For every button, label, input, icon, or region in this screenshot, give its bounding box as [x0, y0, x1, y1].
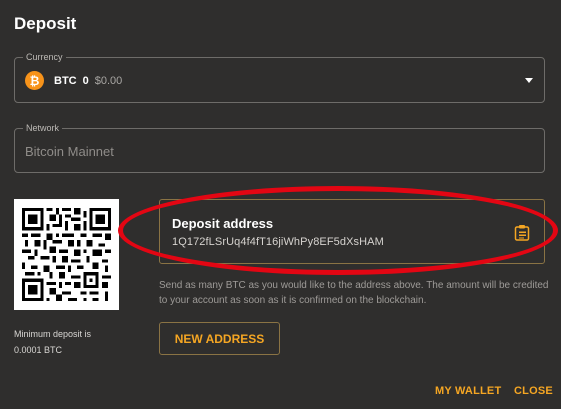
- deposit-qr-code: [14, 199, 119, 310]
- qr-code-graphic: [22, 208, 111, 301]
- close-button[interactable]: CLOSE: [514, 385, 553, 397]
- currency-fiat-value: $0.00: [94, 74, 123, 87]
- my-wallet-button[interactable]: MY WALLET: [435, 385, 501, 397]
- currency-selected-value: ₿ BTC 0 $0.00: [25, 71, 122, 90]
- network-field: Network Bitcoin Mainnet: [14, 122, 545, 173]
- deposit-dialog: Deposit Currency ₿ BTC 0 $0.00 Network B…: [0, 0, 561, 409]
- chevron-down-icon[interactable]: [525, 78, 533, 83]
- currency-balance: 0: [82, 74, 89, 87]
- deposit-address-title: Deposit address: [172, 216, 274, 231]
- deposit-help-text: Send as many BTC as you would like to th…: [159, 280, 549, 306]
- clipboard-copy-icon[interactable]: [514, 224, 530, 241]
- network-label: Network: [23, 122, 63, 134]
- currency-code: BTC: [54, 74, 77, 87]
- deposit-address-value[interactable]: 1Q172fLSrUq4f4fT16jiWhPy8EF5dXsHAM: [172, 236, 384, 248]
- new-address-button[interactable]: NEW ADDRESS: [159, 322, 280, 355]
- minimum-deposit-value: 0.0001 BTC: [14, 345, 63, 355]
- currency-select[interactable]: Currency ₿ BTC 0 $0.00: [14, 51, 545, 103]
- currency-label: Currency: [23, 51, 66, 63]
- minimum-deposit-label: Minimum deposit is: [14, 329, 92, 339]
- bitcoin-logo-icon: ₿: [25, 71, 44, 90]
- dialog-title: Deposit: [14, 14, 77, 33]
- network-value: Bitcoin Mainnet: [25, 144, 114, 159]
- deposit-address-box: Deposit address 1Q172fLSrUq4f4fT16jiWhPy…: [159, 199, 545, 264]
